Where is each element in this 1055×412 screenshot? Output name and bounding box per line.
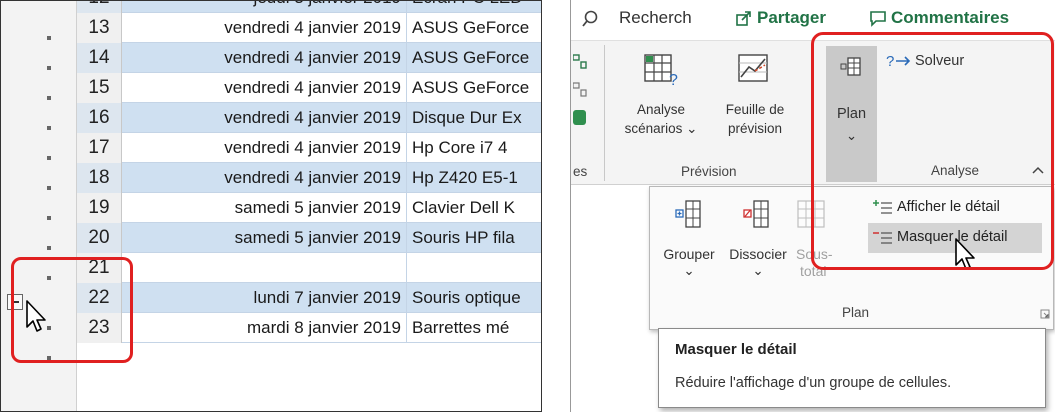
ungroup-label: Dissocier — [729, 246, 787, 262]
search-box-label[interactable]: Recherch — [619, 8, 692, 28]
row-header[interactable]: 16 — [77, 103, 122, 133]
table-row[interactable]: 14 vendredi 4 janvier 2019 ASUS GeForce — [77, 43, 541, 73]
scenario-grid-icon: ? — [644, 54, 678, 87]
row-header[interactable]: 13 — [77, 13, 122, 43]
table-row[interactable]: 22 lundi 7 janvier 2019 Souris optique — [77, 283, 541, 313]
date-cell[interactable]: vendredi 4 janvier 2019 — [122, 73, 407, 103]
spreadsheet-grid: 12 jeudi 3 janvier 2019 Écran PC LED 13 … — [0, 0, 542, 412]
table-row[interactable]: 12 jeudi 3 janvier 2019 Écran PC LED — [77, 1, 541, 13]
partial-group-label: es — [573, 164, 588, 179]
row-header[interactable]: 14 — [77, 43, 122, 73]
table-row[interactable]: 20 samedi 5 janvier 2019 Souris HP fila — [77, 223, 541, 253]
date-cell[interactable]: mardi 8 janvier 2019 — [122, 313, 407, 343]
outline-dot — [47, 96, 51, 100]
scenario-analysis-text: scénarios — [624, 121, 683, 136]
description-cell[interactable]: Écran PC LED — [408, 1, 541, 13]
table-row[interactable]: 13 vendredi 4 janvier 2019 ASUS GeForce — [77, 13, 541, 43]
partial-tool-icon — [573, 82, 587, 97]
comment-icon — [870, 11, 886, 27]
date-cell[interactable]: vendredi 4 janvier 2019 — [122, 133, 407, 163]
date-cell[interactable]: vendredi 4 janvier 2019 — [122, 43, 407, 73]
partial-tool-icon — [573, 110, 586, 125]
row-header[interactable]: 20 — [77, 223, 122, 253]
ungroup-button[interactable]: Dissocier ⌄ — [722, 193, 794, 279]
description-cell[interactable]: Souris HP fila — [408, 223, 541, 253]
row-header[interactable]: 15 — [77, 73, 122, 103]
date-cell[interactable]: lundi 7 janvier 2019 — [122, 283, 407, 313]
comments-button[interactable]: Commentaires — [863, 2, 1028, 36]
group-rows-icon — [675, 200, 701, 228]
forecast-sheet-label-2: prévision — [727, 121, 783, 136]
outline-dot — [47, 126, 51, 130]
ungroup-rows-icon — [743, 200, 769, 228]
red-highlight-box — [11, 257, 133, 363]
row-header[interactable]: 18 — [77, 163, 122, 193]
excel-ribbon: Recherch Partager Commentaires es ? Anal… — [570, 0, 1055, 412]
description-cell[interactable]: Souris optique — [408, 283, 541, 313]
date-cell[interactable]: samedi 5 janvier 2019 — [122, 193, 407, 223]
chevron-down-icon: ⌄ — [752, 263, 764, 278]
description-cell[interactable]: Disque Dur Ex — [408, 103, 541, 133]
chevron-down-icon: ⌄ — [683, 263, 695, 278]
scenario-analysis-label-1: Analyse — [636, 102, 686, 117]
forecast-chart-icon — [738, 54, 768, 82]
table-row[interactable]: 18 vendredi 4 janvier 2019 Hp Z420 E5-1 — [77, 163, 541, 193]
forecast-sheet-button[interactable]: Feuille de prévision — [709, 45, 801, 150]
date-cell[interactable]: samedi 5 janvier 2019 — [122, 223, 407, 253]
description-cell[interactable]: Hp Core i7 4 — [408, 133, 541, 163]
table-row[interactable]: 15 vendredi 4 janvier 2019 ASUS GeForce — [77, 73, 541, 103]
scenario-analysis-button[interactable]: ? Analyse scénarios ⌄ — [617, 45, 705, 150]
table-row[interactable]: 19 samedi 5 janvier 2019 Clavier Dell K — [77, 193, 541, 223]
partial-tool-icon — [573, 54, 587, 69]
table-row[interactable]: 17 vendredi 4 janvier 2019 Hp Core i7 4 — [77, 133, 541, 163]
group-button[interactable]: Grouper ⌄ — [656, 193, 722, 279]
outline-dot — [47, 36, 51, 40]
date-cell[interactable]: vendredi 4 janvier 2019 — [122, 13, 407, 43]
tooltip-title: Masquer le détail — [675, 341, 797, 358]
prevision-group-label: Prévision — [681, 164, 737, 179]
description-cell[interactable] — [408, 253, 541, 283]
group-separator — [604, 45, 605, 181]
comments-label: Commentaires — [891, 8, 1010, 27]
row-header[interactable]: 12 — [77, 1, 122, 13]
forecast-sheet-label-1: Feuille de — [725, 102, 785, 117]
plan-group-label: Plan — [842, 305, 870, 320]
date-cell[interactable]: vendredi 4 janvier 2019 — [122, 103, 407, 133]
tooltip-description: Réduire l'affichage d'un groupe de cellu… — [675, 375, 952, 391]
description-cell[interactable]: Barrettes mé — [408, 313, 541, 343]
svg-text:?: ? — [669, 72, 678, 87]
search-icon[interactable] — [581, 10, 599, 30]
share-label: Partager — [757, 8, 826, 27]
row-header[interactable]: 17 — [77, 133, 122, 163]
description-cell[interactable]: ASUS GeForce — [408, 13, 541, 43]
outline-dot — [47, 156, 51, 160]
group-label: Grouper — [663, 246, 715, 262]
dialog-launcher-icon[interactable] — [1040, 309, 1050, 319]
outline-dot — [47, 186, 51, 190]
outline-dot — [47, 246, 51, 250]
scenario-analysis-label-2: scénarios ⌄ — [624, 121, 698, 136]
red-highlight-box — [811, 32, 1054, 270]
outline-dot — [47, 216, 51, 220]
outline-dot — [47, 66, 51, 70]
share-icon — [736, 11, 751, 26]
date-cell[interactable]: vendredi 4 janvier 2019 — [122, 163, 407, 193]
share-button[interactable]: Partager — [729, 2, 849, 36]
date-cell[interactable] — [122, 253, 407, 283]
table-row[interactable]: 16 vendredi 4 janvier 2019 Disque Dur Ex — [77, 103, 541, 133]
description-cell[interactable]: Clavier Dell K — [408, 193, 541, 223]
date-cell[interactable]: jeudi 3 janvier 2019 — [122, 1, 407, 13]
tooltip: Masquer le détail Réduire l'affichage d'… — [658, 328, 1046, 408]
row-header[interactable]: 19 — [77, 193, 122, 223]
description-cell[interactable]: ASUS GeForce — [408, 73, 541, 103]
description-cell[interactable]: Hp Z420 E5-1 — [408, 163, 541, 193]
description-cell[interactable]: ASUS GeForce — [408, 43, 541, 73]
table-row[interactable]: 23 mardi 8 janvier 2019 Barrettes mé — [77, 313, 541, 343]
table-row[interactable]: 21 — [77, 253, 541, 283]
